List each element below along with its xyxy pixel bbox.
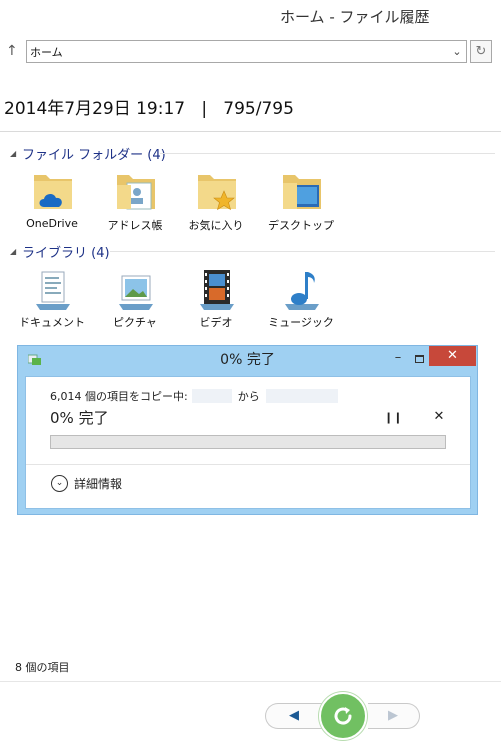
- library-item-pictures[interactable]: ピクチャ: [100, 266, 170, 336]
- library-item-documents[interactable]: ドキュメント: [17, 266, 87, 336]
- window-title: ホーム - ファイル履歴: [280, 8, 430, 26]
- maximize-button[interactable]: [407, 348, 431, 368]
- close-icon: ✕: [433, 409, 445, 424]
- details-label: 詳細情報: [74, 477, 123, 491]
- group-header-folders[interactable]: ◢ ファイル フォルダー (4): [10, 144, 166, 163]
- percent-complete: 0% 完了: [50, 409, 109, 427]
- address-text: ホーム: [30, 46, 63, 59]
- documents-library-icon: [36, 271, 70, 310]
- folder-label: お気に入り: [188, 219, 244, 232]
- folder-item-contacts[interactable]: アドレス帳: [100, 169, 170, 239]
- group-divider: [160, 153, 495, 154]
- backup-version-counter: 795/795: [223, 99, 294, 119]
- details-toggle[interactable]: ⌄ 詳細情報: [51, 475, 122, 492]
- folder-label: アドレス帳: [107, 219, 163, 232]
- title-bar: ホーム - ファイル履歴: [0, 0, 501, 32]
- backup-datetime: 2014年7月29日 19:17: [4, 99, 186, 119]
- backup-timestamp: 2014年7月29日 19:17 | 795/795: [4, 94, 294, 119]
- maximize-icon: [414, 355, 424, 363]
- library-label: ビデオ: [199, 316, 233, 329]
- library-label: ドキュメント: [19, 316, 85, 329]
- chevron-down-icon[interactable]: ⌄: [450, 43, 464, 60]
- folder-item-favorites[interactable]: お気に入り: [181, 169, 251, 239]
- library-item-videos[interactable]: ビデオ: [181, 266, 251, 336]
- source-redacted: [191, 389, 232, 403]
- restore-button[interactable]: [319, 692, 367, 740]
- caret-down-icon[interactable]: ◢: [10, 247, 22, 256]
- restore-icon: [334, 707, 352, 725]
- desktop-folder-icon: [283, 175, 321, 209]
- chevron-down-icon: ⌄: [51, 475, 68, 492]
- copy-count-text: 6,014 個の項目をコピー中:: [50, 390, 188, 403]
- dialog-body: 6,014 個の項目をコピー中: から 0% 完了 ❙❙ ✕ ⌄ 詳細情報: [25, 376, 471, 509]
- from-label: から: [237, 390, 260, 403]
- refresh-button[interactable]: ↻: [470, 40, 492, 63]
- pause-button[interactable]: ❙❙: [384, 409, 402, 427]
- status-item-count: 8 個の項目: [15, 661, 70, 674]
- library-label: ピクチャ: [113, 316, 157, 329]
- folder-item-desktop[interactable]: デスクトップ: [266, 169, 336, 239]
- up-arrow-icon[interactable]: ↑: [6, 42, 20, 60]
- contacts-folder-icon: [117, 175, 155, 210]
- videos-library-icon: [200, 270, 234, 310]
- refresh-icon: ↻: [475, 44, 487, 59]
- folder-label: デスクトップ: [268, 219, 334, 232]
- group-header-libraries[interactable]: ◢ ライブラリ (4): [10, 242, 110, 261]
- folder-label: OneDrive: [26, 217, 78, 230]
- favorites-folder-icon: [198, 175, 236, 211]
- timestamp-separator: |: [201, 99, 208, 119]
- cancel-copy-button[interactable]: ✕: [430, 408, 448, 426]
- music-library-icon: [285, 272, 319, 310]
- group-title-folders: ファイル フォルダー (4): [22, 147, 166, 163]
- close-button[interactable]: ✕: [429, 346, 476, 366]
- caret-down-icon[interactable]: ◢: [10, 149, 22, 158]
- pictures-library-icon: [119, 275, 153, 310]
- copy-progress-bar: [50, 435, 446, 449]
- copy-progress-dialog: 0% 完了 – ✕ 6,014 個の項目をコピー中: から 0% 完了 ❙❙ ✕…: [17, 345, 478, 515]
- status-divider: [0, 681, 501, 682]
- destination-redacted: [265, 389, 338, 403]
- dialog-divider: [26, 464, 470, 465]
- group-title-libraries: ライブラリ (4): [22, 245, 110, 261]
- address-bar[interactable]: ホーム ⌄: [26, 40, 467, 63]
- next-version-button[interactable]: ▶︎: [368, 703, 420, 729]
- copy-status-line: 6,014 個の項目をコピー中: から: [50, 388, 338, 404]
- library-label: ミュージック: [268, 316, 334, 329]
- previous-version-button[interactable]: ◀︎: [265, 703, 325, 729]
- skip-next-icon: ▶︎: [388, 708, 398, 723]
- pause-icon: ❙❙: [384, 411, 403, 424]
- folder-item-onedrive[interactable]: OneDrive: [17, 169, 87, 239]
- group-divider: [110, 251, 495, 252]
- skip-previous-icon: ◀︎: [289, 708, 299, 723]
- onedrive-folder-icon: [34, 175, 72, 209]
- library-item-music[interactable]: ミュージック: [266, 266, 336, 336]
